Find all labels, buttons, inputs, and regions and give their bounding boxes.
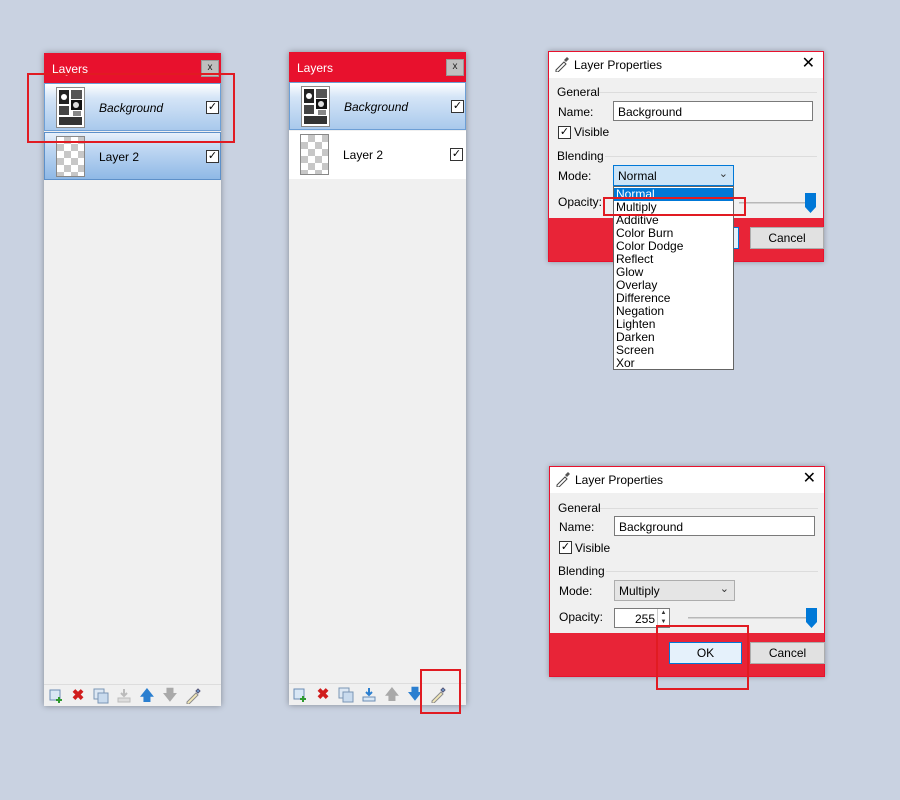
opacity-slider-track[interactable] xyxy=(739,202,811,204)
general-group-label: General xyxy=(558,501,601,515)
group-divider xyxy=(606,571,818,572)
layers-panel-title: Layers xyxy=(297,61,334,75)
mode-select[interactable]: Multiply ⌄ xyxy=(614,580,735,601)
chevron-down-icon: ⌄ xyxy=(718,168,728,180)
manga-thumbnail-image xyxy=(302,87,329,126)
group-divider xyxy=(600,508,818,509)
layer-name: Background xyxy=(344,100,409,114)
layers-toolbar: ✖ 🡅 🡇 xyxy=(44,684,221,706)
layer-visibility-checkbox[interactable]: ✓ xyxy=(451,100,464,113)
merge-down-icon[interactable] xyxy=(116,688,132,704)
name-field[interactable]: Background xyxy=(613,101,813,121)
merge-down-icon[interactable] xyxy=(361,687,377,703)
brush-icon xyxy=(555,471,571,490)
name-label: Name: xyxy=(559,520,595,534)
visible-checkbox[interactable]: ✓ xyxy=(559,541,572,554)
layer-row-layer2[interactable]: Layer 2 ✓ xyxy=(289,131,466,179)
mode-select-value: Multiply xyxy=(619,584,660,598)
mode-select[interactable]: Normal ⌄ xyxy=(613,165,734,186)
opacity-label: Opacity: xyxy=(559,610,604,624)
group-divider xyxy=(605,156,817,157)
delete-layer-icon[interactable]: ✖ xyxy=(70,688,86,704)
dialog-title: Layer Properties xyxy=(575,473,664,487)
highlight-box-ok-button xyxy=(656,625,749,690)
layer-row-background[interactable]: Background ✓ xyxy=(289,82,466,130)
group-divider xyxy=(599,92,817,93)
add-layer-icon[interactable] xyxy=(292,687,308,703)
opacity-slider-track[interactable] xyxy=(688,617,812,619)
chevron-down-icon: ⌄ xyxy=(719,583,729,595)
move-up-icon[interactable]: 🡅 xyxy=(384,687,400,703)
dialog-title-bar[interactable]: Layer Properties ✕ xyxy=(550,467,824,493)
layer-name: Layer 2 xyxy=(343,148,384,162)
duplicate-layer-icon[interactable] xyxy=(338,687,354,703)
highlight-box-properties-button xyxy=(420,669,461,714)
general-group-label: General xyxy=(557,85,600,99)
dialog-title: Layer Properties xyxy=(574,58,663,72)
move-up-icon[interactable]: 🡅 xyxy=(139,688,155,704)
mode-label: Mode: xyxy=(559,584,593,598)
opacity-value: 255 xyxy=(634,612,655,626)
layer-visibility-checkbox[interactable]: ✓ xyxy=(206,150,219,163)
close-icon[interactable]: ✕ xyxy=(802,55,815,73)
close-icon[interactable]: x xyxy=(446,59,464,76)
blending-group-label: Blending xyxy=(557,149,604,163)
visible-label: Visible xyxy=(575,541,611,555)
add-layer-icon[interactable] xyxy=(48,688,64,704)
dialog-title-bar[interactable]: Layer Properties ✕ xyxy=(549,52,823,78)
visible-checkbox[interactable]: ✓ xyxy=(558,126,571,139)
name-label: Name: xyxy=(558,105,594,119)
layer-thumbnail xyxy=(300,134,329,175)
layers-panel-title-bar[interactable]: Layers xyxy=(289,52,466,82)
delete-layer-icon[interactable]: ✖ xyxy=(315,687,331,703)
opacity-label: Opacity: xyxy=(558,195,603,209)
mode-select-value: Normal xyxy=(618,169,657,183)
highlight-box-multiply-option xyxy=(603,197,746,216)
layers-panel-1: Layers x Background ✓ Layer 2 ✓ ✖ 🡅 🡇 xyxy=(44,53,221,706)
properties-icon[interactable] xyxy=(185,688,201,705)
mode-label: Mode: xyxy=(558,169,592,183)
highlight-box-background-layer xyxy=(27,73,235,143)
cancel-button[interactable]: Cancel xyxy=(750,227,824,249)
layers-panel-2: Layers x Background ✓ Layer 2 ✓ ✖ 🡅 🡇 xyxy=(289,52,466,705)
blending-group-label: Blending xyxy=(558,564,605,578)
layer-thumbnail xyxy=(301,86,330,127)
name-field[interactable]: Background xyxy=(614,516,815,536)
layer-name: Layer 2 xyxy=(99,150,140,164)
duplicate-layer-icon[interactable] xyxy=(93,688,109,704)
opacity-slider-thumb[interactable] xyxy=(805,193,816,213)
cancel-button[interactable]: Cancel xyxy=(750,642,825,664)
close-icon[interactable]: ✕ xyxy=(803,470,816,488)
brush-icon xyxy=(554,56,570,75)
move-down-icon[interactable]: 🡇 xyxy=(162,688,178,704)
opacity-slider-thumb[interactable] xyxy=(806,608,817,628)
mode-option-xor[interactable]: Xor xyxy=(614,357,733,370)
layer-visibility-checkbox[interactable]: ✓ xyxy=(450,148,463,161)
visible-label: Visible xyxy=(574,125,610,139)
